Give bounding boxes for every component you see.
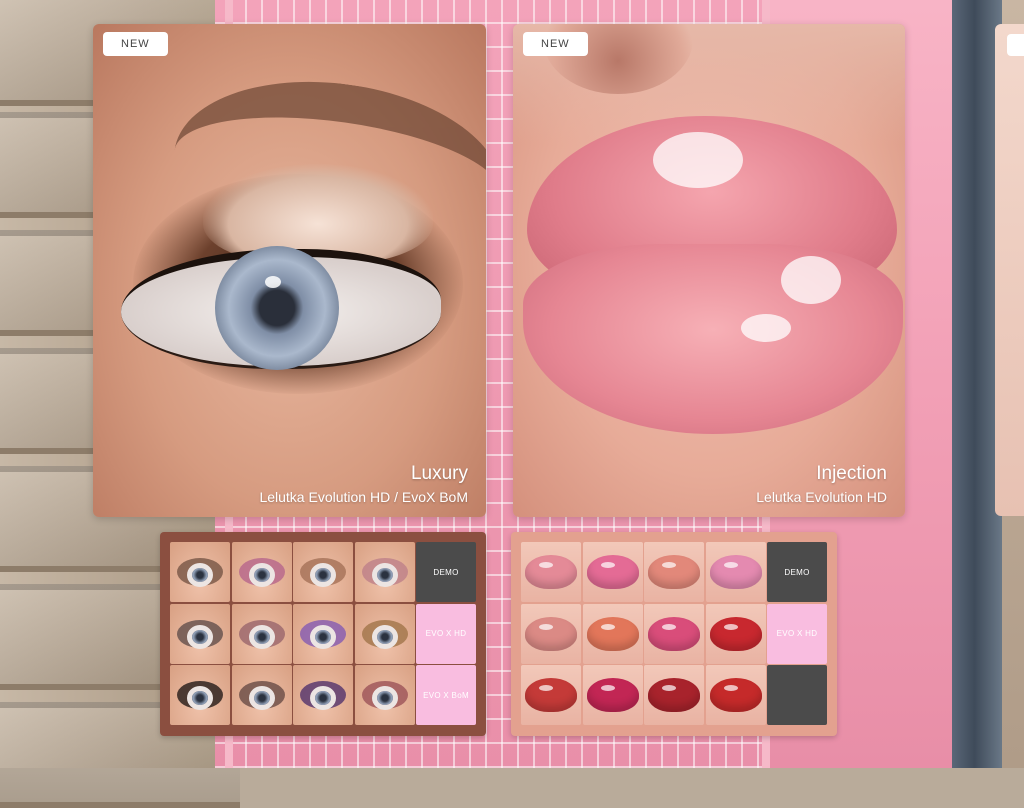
poster-title: Luxury (410, 463, 468, 484)
eyeshadow-swatch[interactable] (354, 665, 415, 725)
lip-swatch[interactable] (521, 665, 581, 725)
eyeshadow-swatch[interactable] (354, 542, 415, 602)
gloss-highlight-art (741, 314, 791, 342)
partial-poster (995, 24, 1024, 516)
lipgloss-vendor-board: DEMO EVO X HD (511, 532, 837, 736)
lip-swatch[interactable] (705, 665, 766, 725)
eyeshadow-vendor-board: DEMO EVO X HD EVO X BoM (160, 532, 486, 736)
lip-swatch[interactable] (644, 665, 704, 725)
eyeshadow-swatch[interactable] (354, 603, 415, 664)
eyeshadow-swatch[interactable] (170, 665, 230, 725)
eyeshadow-swatch[interactable] (293, 542, 353, 602)
lip-swatch[interactable] (644, 542, 704, 602)
evox-bom-button[interactable]: EVO X BoM (416, 665, 476, 725)
eye-highlight-art (265, 276, 281, 288)
new-badge: NEW (103, 32, 168, 56)
lip-swatch[interactable] (644, 603, 704, 664)
demo-button[interactable]: DEMO (416, 542, 476, 602)
poster-subtitle: Lelutka Evolution HD (756, 489, 887, 505)
lower-lip-art (523, 244, 903, 434)
eyeshadow-swatch[interactable] (293, 603, 353, 664)
lip-swatch[interactable] (705, 603, 766, 664)
eyeshadow-swatch-grid: DEMO EVO X HD EVO X BoM (170, 542, 476, 725)
lip-swatch[interactable] (582, 603, 643, 664)
eyeshadow-swatch[interactable] (170, 603, 230, 664)
lip-swatch[interactable] (521, 542, 581, 602)
lipgloss-swatch-grid: DEMO EVO X HD (521, 542, 827, 725)
gloss-highlight-art (781, 256, 841, 304)
evox-hd-button[interactable]: EVO X HD (416, 603, 476, 664)
lip-swatch[interactable] (705, 542, 766, 602)
eyeshadow-swatch[interactable] (231, 542, 292, 602)
injection-lipgloss-poster[interactable]: NEW Injection Lelutka Evolution HD (513, 24, 905, 517)
blank-button[interactable] (767, 665, 827, 725)
poster-subtitle: Lelutka Evolution HD / EvoX BoM (259, 489, 468, 505)
lip-swatch[interactable] (582, 542, 643, 602)
gloss-highlight-art (653, 132, 743, 188)
new-badge: NEW (523, 32, 588, 56)
demo-button[interactable]: DEMO (767, 542, 827, 602)
evox-hd-button[interactable]: EVO X HD (767, 603, 827, 664)
poster-title: Injection (816, 463, 887, 484)
iris-art (215, 246, 339, 370)
eyeshadow-swatch[interactable] (231, 603, 292, 664)
eyeshadow-swatch[interactable] (293, 665, 353, 725)
eyeshadow-swatch[interactable] (231, 665, 292, 725)
lip-swatch[interactable] (582, 665, 643, 725)
lip-swatch[interactable] (521, 603, 581, 664)
luxury-eyeshadow-poster[interactable]: NEW Luxury Lelutka Evolution HD / EvoX B… (93, 24, 486, 517)
eyeshadow-swatch[interactable] (170, 542, 230, 602)
partial-poster-badge (1007, 34, 1024, 56)
